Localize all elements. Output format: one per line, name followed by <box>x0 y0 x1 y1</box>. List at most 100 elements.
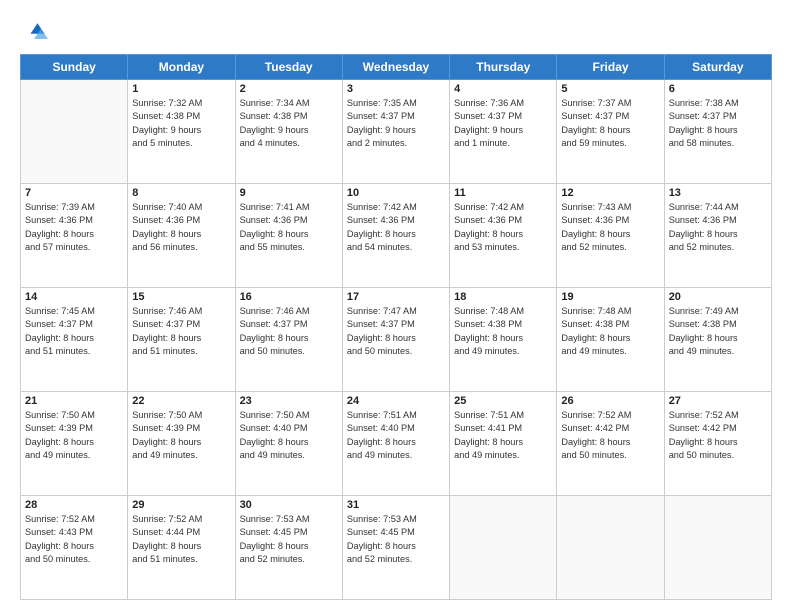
day-info: Sunrise: 7:52 AMSunset: 4:44 PMDaylight:… <box>132 513 230 566</box>
day-number: 8 <box>132 187 230 199</box>
day-number: 25 <box>454 395 552 407</box>
day-number: 17 <box>347 291 445 303</box>
calendar-cell: 17 Sunrise: 7:47 AMSunset: 4:37 PMDayligh… <box>342 288 449 392</box>
calendar-cell: 21Sunrise: 7:50 AMSunset: 4:39 PMDayligh… <box>21 392 128 496</box>
day-number: 21 <box>25 395 123 407</box>
day-number: 23 <box>240 395 338 407</box>
day-number: 9 <box>240 187 338 199</box>
day-number: 5 <box>561 83 659 95</box>
day-info: Sunrise: 7:36 AMSunset: 4:37 PMDaylight:… <box>454 97 552 150</box>
day-number: 20 <box>669 291 767 303</box>
day-info: Sunrise: 7:52 AMSunset: 4:43 PMDaylight:… <box>25 513 123 566</box>
weekday-header-monday: Monday <box>128 55 235 80</box>
calendar-cell: 4 Sunrise: 7:36 AMSunset: 4:37 PMDaylight… <box>450 80 557 184</box>
calendar-cell: 19Sunrise: 7:48 AMSunset: 4:38 PMDayligh… <box>557 288 664 392</box>
day-info: Sunrise: 7:51 AMSunset: 4:40 PMDaylight:… <box>347 409 445 462</box>
calendar-cell <box>450 496 557 600</box>
day-info: Sunrise: 7:47 AMSunset: 4:37 PMDaylight:… <box>347 305 445 358</box>
day-info: Sunrise: 7:48 AMSunset: 4:38 PMDaylight:… <box>561 305 659 358</box>
day-number: 13 <box>669 187 767 199</box>
logo <box>20 18 52 46</box>
day-number: 3 <box>347 83 445 95</box>
day-number: 22 <box>132 395 230 407</box>
day-info: Sunrise: 7:35 AMSunset: 4:37 PMDaylight:… <box>347 97 445 150</box>
calendar-week-4: 21 Sunrise: 7:50 AMSunset: 4:39 PMDayligh… <box>21 392 772 496</box>
calendar-cell <box>557 496 664 600</box>
weekday-header-thursday: Thursday <box>450 55 557 80</box>
day-info: Sunrise: 7:52 AMSunset: 4:42 PMDaylight:… <box>561 409 659 462</box>
day-number: 12 <box>561 187 659 199</box>
header <box>20 18 772 46</box>
weekday-header-row: SundayMondayTuesdayWednesdayThursdayFrid… <box>21 55 772 80</box>
day-info: Sunrise: 7:40 AMSunset: 4:36 PMDaylight:… <box>132 201 230 254</box>
calendar-cell: 23 Sunrise: 7:50 AMSunset: 4:40 PMDayligh… <box>235 392 342 496</box>
calendar-cell <box>21 80 128 184</box>
day-number: 14 <box>25 291 123 303</box>
day-info: Sunrise: 7:53 AMSunset: 4:45 PMDaylight:… <box>347 513 445 566</box>
calendar-cell: 18Sunrise: 7:48 AMSunset: 4:38 PMDayligh… <box>450 288 557 392</box>
calendar-cell: 9 Sunrise: 7:41 AMSunset: 4:36 PMDaylight… <box>235 184 342 288</box>
calendar-cell: 7Sunrise: 7:39 AMSunset: 4:36 PMDaylight… <box>21 184 128 288</box>
calendar-cell: 12Sunrise: 7:43 AMSunset: 4:36 PMDayligh… <box>557 184 664 288</box>
day-info: Sunrise: 7:50 AMSunset: 4:40 PMDaylight:… <box>240 409 338 462</box>
day-info: Sunrise: 7:41 AMSunset: 4:36 PMDaylight:… <box>240 201 338 254</box>
calendar-week-3: 14 Sunrise: 7:45 AMSunset: 4:37 PMDayligh… <box>21 288 772 392</box>
day-info: Sunrise: 7:44 AMSunset: 4:36 PMDaylight:… <box>669 201 767 254</box>
day-number: 31 <box>347 499 445 511</box>
weekday-header-sunday: Sunday <box>21 55 128 80</box>
calendar-cell: 28 Sunrise: 7:52 AMSunset: 4:43 PMDayligh… <box>21 496 128 600</box>
weekday-header-tuesday: Tuesday <box>235 55 342 80</box>
day-info: Sunrise: 7:45 AMSunset: 4:37 PMDaylight:… <box>25 305 123 358</box>
day-info: Sunrise: 7:52 AMSunset: 4:42 PMDaylight:… <box>669 409 767 462</box>
day-info: Sunrise: 7:46 AMSunset: 4:37 PMDaylight:… <box>240 305 338 358</box>
calendar-cell: 31 Sunrise: 7:53 AMSunset: 4:45 PMDayligh… <box>342 496 449 600</box>
calendar-cell: 29Sunrise: 7:52 AMSunset: 4:44 PMDayligh… <box>128 496 235 600</box>
day-info: Sunrise: 7:53 AMSunset: 4:45 PMDaylight:… <box>240 513 338 566</box>
day-info: Sunrise: 7:34 AMSunset: 4:38 PMDaylight:… <box>240 97 338 150</box>
weekday-header-saturday: Saturday <box>664 55 771 80</box>
logo-icon <box>20 18 48 46</box>
day-number: 30 <box>240 499 338 511</box>
calendar-cell: 22 Sunrise: 7:50 AMSunset: 4:39 PMDayligh… <box>128 392 235 496</box>
calendar-cell: 8 Sunrise: 7:40 AMSunset: 4:36 PMDaylight… <box>128 184 235 288</box>
day-info: Sunrise: 7:50 AMSunset: 4:39 PMDaylight:… <box>132 409 230 462</box>
calendar-table: SundayMondayTuesdayWednesdayThursdayFrid… <box>20 54 772 600</box>
day-number: 1 <box>132 83 230 95</box>
day-number: 4 <box>454 83 552 95</box>
calendar-cell: 24 Sunrise: 7:51 AMSunset: 4:40 PMDayligh… <box>342 392 449 496</box>
day-number: 15 <box>132 291 230 303</box>
day-number: 10 <box>347 187 445 199</box>
weekday-header-wednesday: Wednesday <box>342 55 449 80</box>
calendar-cell: 1Sunrise: 7:32 AMSunset: 4:38 PMDaylight… <box>128 80 235 184</box>
calendar-cell: 15 Sunrise: 7:46 AMSunset: 4:37 PMDayligh… <box>128 288 235 392</box>
day-number: 27 <box>669 395 767 407</box>
calendar-week-2: 7Sunrise: 7:39 AMSunset: 4:36 PMDaylight… <box>21 184 772 288</box>
weekday-header-friday: Friday <box>557 55 664 80</box>
day-number: 16 <box>240 291 338 303</box>
calendar-cell: 30 Sunrise: 7:53 AMSunset: 4:45 PMDayligh… <box>235 496 342 600</box>
day-number: 28 <box>25 499 123 511</box>
day-info: Sunrise: 7:51 AMSunset: 4:41 PMDaylight:… <box>454 409 552 462</box>
calendar-cell: 27 Sunrise: 7:52 AMSunset: 4:42 PMDayligh… <box>664 392 771 496</box>
calendar-cell: 14 Sunrise: 7:45 AMSunset: 4:37 PMDayligh… <box>21 288 128 392</box>
calendar-cell: 2 Sunrise: 7:34 AMSunset: 4:38 PMDaylight… <box>235 80 342 184</box>
day-info: Sunrise: 7:48 AMSunset: 4:38 PMDaylight:… <box>454 305 552 358</box>
day-number: 11 <box>454 187 552 199</box>
day-info: Sunrise: 7:46 AMSunset: 4:37 PMDaylight:… <box>132 305 230 358</box>
day-number: 6 <box>669 83 767 95</box>
calendar-week-5: 28 Sunrise: 7:52 AMSunset: 4:43 PMDayligh… <box>21 496 772 600</box>
day-number: 24 <box>347 395 445 407</box>
calendar-cell: 13 Sunrise: 7:44 AMSunset: 4:36 PMDayligh… <box>664 184 771 288</box>
day-info: Sunrise: 7:49 AMSunset: 4:38 PMDaylight:… <box>669 305 767 358</box>
calendar-cell: 20 Sunrise: 7:49 AMSunset: 4:38 PMDayligh… <box>664 288 771 392</box>
day-info: Sunrise: 7:42 AMSunset: 4:36 PMDaylight:… <box>454 201 552 254</box>
calendar-cell: 16 Sunrise: 7:46 AMSunset: 4:37 PMDayligh… <box>235 288 342 392</box>
day-info: Sunrise: 7:39 AMSunset: 4:36 PMDaylight:… <box>25 201 123 254</box>
day-number: 26 <box>561 395 659 407</box>
calendar-week-1: 1Sunrise: 7:32 AMSunset: 4:38 PMDaylight… <box>21 80 772 184</box>
day-info: Sunrise: 7:38 AMSunset: 4:37 PMDaylight:… <box>669 97 767 150</box>
calendar-cell: 26 Sunrise: 7:52 AMSunset: 4:42 PMDayligh… <box>557 392 664 496</box>
day-number: 2 <box>240 83 338 95</box>
calendar-cell: 5Sunrise: 7:37 AMSunset: 4:37 PMDaylight… <box>557 80 664 184</box>
calendar-cell <box>664 496 771 600</box>
